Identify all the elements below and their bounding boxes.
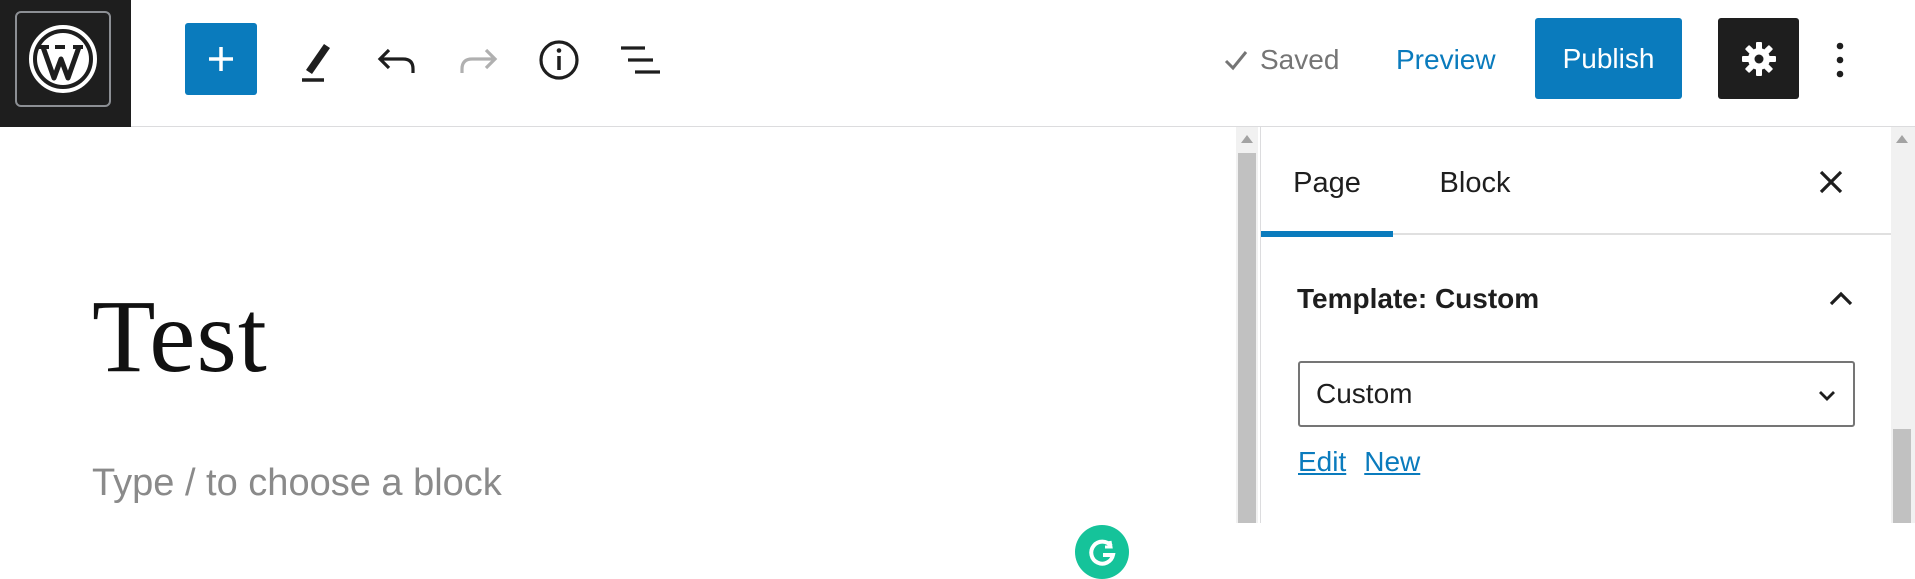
close-icon bbox=[1819, 170, 1843, 194]
plus-icon bbox=[209, 47, 233, 71]
publish-button[interactable]: Publish bbox=[1535, 18, 1682, 99]
pencil-icon bbox=[302, 44, 330, 82]
editor-toolbar: Saved Preview Publish bbox=[0, 0, 1915, 127]
post-title[interactable]: Test bbox=[92, 277, 268, 396]
check-icon bbox=[1224, 51, 1248, 71]
undo-button[interactable] bbox=[373, 36, 421, 84]
canvas-scrollbar[interactable] bbox=[1236, 127, 1258, 523]
tools-button[interactable] bbox=[292, 36, 340, 84]
chevron-down-icon bbox=[1819, 391, 1835, 401]
template-select-value: Custom bbox=[1316, 378, 1413, 409]
scroll-thumb[interactable] bbox=[1238, 153, 1256, 523]
more-vertical-icon bbox=[1836, 42, 1844, 78]
template-select[interactable]: Custom bbox=[1298, 361, 1855, 427]
settings-button[interactable] bbox=[1718, 18, 1799, 99]
tab-block[interactable]: Block bbox=[1426, 127, 1524, 235]
scroll-up-arrow[interactable] bbox=[1241, 135, 1253, 143]
info-icon bbox=[539, 40, 579, 80]
new-template-link[interactable]: New bbox=[1364, 446, 1420, 478]
list-view-button[interactable] bbox=[616, 36, 664, 84]
gear-icon bbox=[1741, 41, 1776, 76]
redo-icon bbox=[460, 48, 498, 73]
wordpress-menu-button[interactable] bbox=[0, 0, 131, 127]
settings-sidebar: Page Block Template: Custom Custom Edit … bbox=[1260, 127, 1891, 523]
wordpress-logo-icon bbox=[15, 11, 111, 107]
template-links: Edit New bbox=[1298, 446, 1420, 478]
chevron-up-icon bbox=[1829, 291, 1853, 306]
sidebar-scroll-thumb[interactable] bbox=[1893, 429, 1911, 523]
tab-page[interactable]: Page bbox=[1261, 127, 1393, 237]
block-appender-placeholder[interactable]: Type / to choose a block bbox=[92, 462, 502, 505]
undo-icon bbox=[377, 48, 415, 73]
close-sidebar-button[interactable] bbox=[1809, 160, 1853, 204]
edit-template-link[interactable]: Edit bbox=[1298, 446, 1346, 478]
sidebar-scrollbar[interactable] bbox=[1891, 127, 1915, 523]
more-options-button[interactable] bbox=[1818, 32, 1862, 88]
template-panel-heading: Template: Custom bbox=[1297, 283, 1540, 314]
list-view-icon bbox=[621, 46, 660, 74]
sidebar-tabs: Page Block bbox=[1261, 127, 1891, 237]
saved-label: Saved bbox=[1260, 44, 1340, 75]
preview-button[interactable]: Preview bbox=[1396, 38, 1496, 82]
editor-canvas[interactable]: Test Type / to choose a block bbox=[0, 127, 1236, 579]
grammarly-icon bbox=[1089, 539, 1116, 566]
sidebar-scroll-up-arrow[interactable] bbox=[1896, 135, 1908, 143]
details-button[interactable] bbox=[535, 36, 583, 84]
add-block-button[interactable] bbox=[185, 23, 257, 95]
template-panel-toggle[interactable]: Template: Custom bbox=[1297, 277, 1857, 321]
redo-button[interactable] bbox=[454, 36, 502, 84]
saved-status: Saved bbox=[1222, 38, 1339, 82]
grammarly-button[interactable] bbox=[1075, 525, 1129, 579]
